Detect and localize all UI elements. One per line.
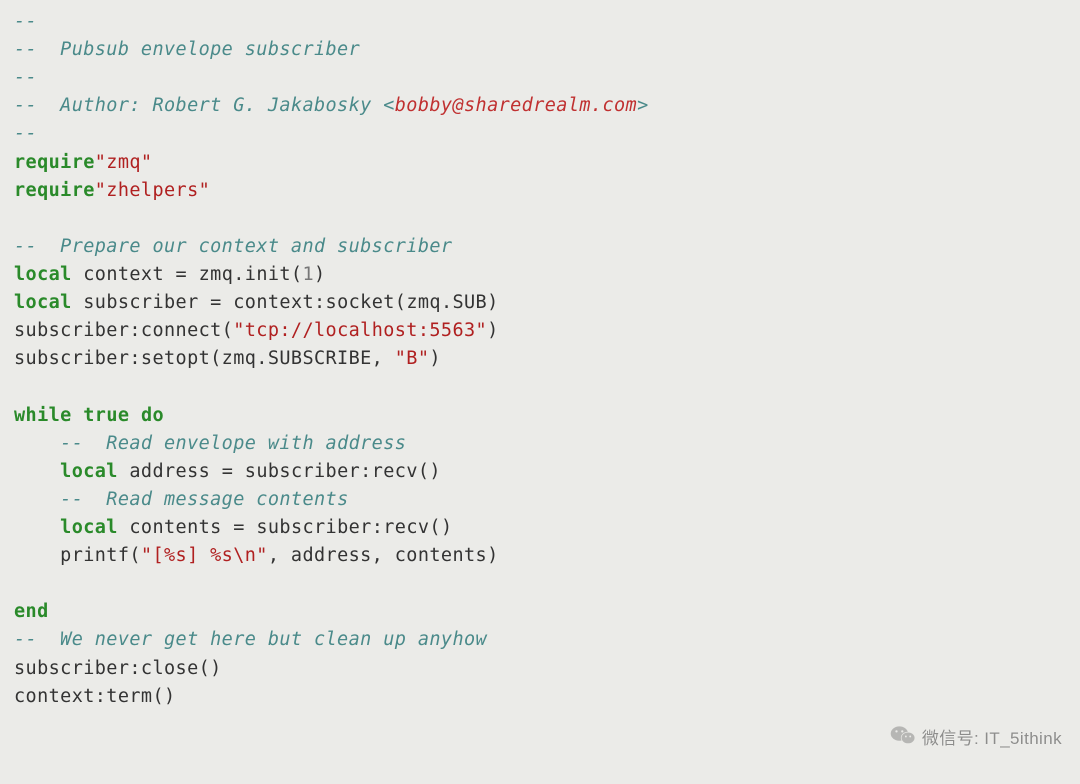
comment: -- xyxy=(14,123,37,144)
code-block: -- -- Pubsub envelope subscriber -- -- A… xyxy=(14,8,1066,711)
string: "zhelpers" xyxy=(95,180,210,201)
wechat-icon xyxy=(890,724,916,754)
call: context:term() xyxy=(14,686,176,707)
comment: -- xyxy=(14,67,37,88)
operator: = xyxy=(222,461,234,482)
comment: -- Read envelope with address xyxy=(60,433,406,454)
keyword-true: true xyxy=(72,405,141,426)
call: subscriber:recv() xyxy=(245,517,453,538)
keyword-require: require xyxy=(14,152,95,173)
comment: -- We never get here but clean up anyhow xyxy=(14,629,487,650)
keyword-local: local xyxy=(14,292,72,313)
operator: = xyxy=(210,292,222,313)
string: "zmq" xyxy=(95,152,153,173)
call: printf( xyxy=(60,545,141,566)
keyword-local: local xyxy=(60,461,118,482)
paren: ) xyxy=(314,264,326,285)
identifier: context xyxy=(72,264,176,285)
call: zmq.init( xyxy=(187,264,302,285)
keyword-local: local xyxy=(14,264,72,285)
watermark: 微信号: IT_5ithink xyxy=(890,724,1062,754)
keyword-end: end xyxy=(14,601,49,622)
string: "B" xyxy=(395,348,430,369)
call-args: , address, contents) xyxy=(268,545,499,566)
keyword-while: while xyxy=(14,405,72,426)
identifier: address xyxy=(118,461,222,482)
comment: -- xyxy=(14,11,37,32)
paren: ) xyxy=(429,348,441,369)
operator: = xyxy=(176,264,188,285)
identifier: contents xyxy=(118,517,233,538)
comment-author: -- Author: Robert G. Jakabosky < xyxy=(14,95,395,116)
call: subscriber:setopt(zmq.SUBSCRIBE, xyxy=(14,348,395,369)
call: subscriber:recv() xyxy=(233,461,441,482)
operator: = xyxy=(233,517,245,538)
comment: -- Pubsub envelope subscriber xyxy=(14,39,360,60)
call: subscriber:connect( xyxy=(14,320,233,341)
paren: ) xyxy=(487,320,499,341)
author-email: bobby@sharedrealm.com xyxy=(395,95,637,116)
keyword-require: require xyxy=(14,180,95,201)
comment: > xyxy=(637,95,649,116)
keyword-local: local xyxy=(60,517,118,538)
call: subscriber:close() xyxy=(14,658,222,679)
comment: -- Prepare our context and subscriber xyxy=(14,236,452,257)
number: 1 xyxy=(302,264,314,285)
string: "[%s] %s\n" xyxy=(141,545,268,566)
watermark-text: 微信号: IT_5ithink xyxy=(922,726,1062,752)
comment: -- Read message contents xyxy=(60,489,348,510)
identifier: subscriber xyxy=(72,292,210,313)
call: context:socket(zmq.SUB) xyxy=(222,292,499,313)
keyword-do: do xyxy=(141,405,164,426)
string: "tcp://localhost:5563" xyxy=(233,320,487,341)
